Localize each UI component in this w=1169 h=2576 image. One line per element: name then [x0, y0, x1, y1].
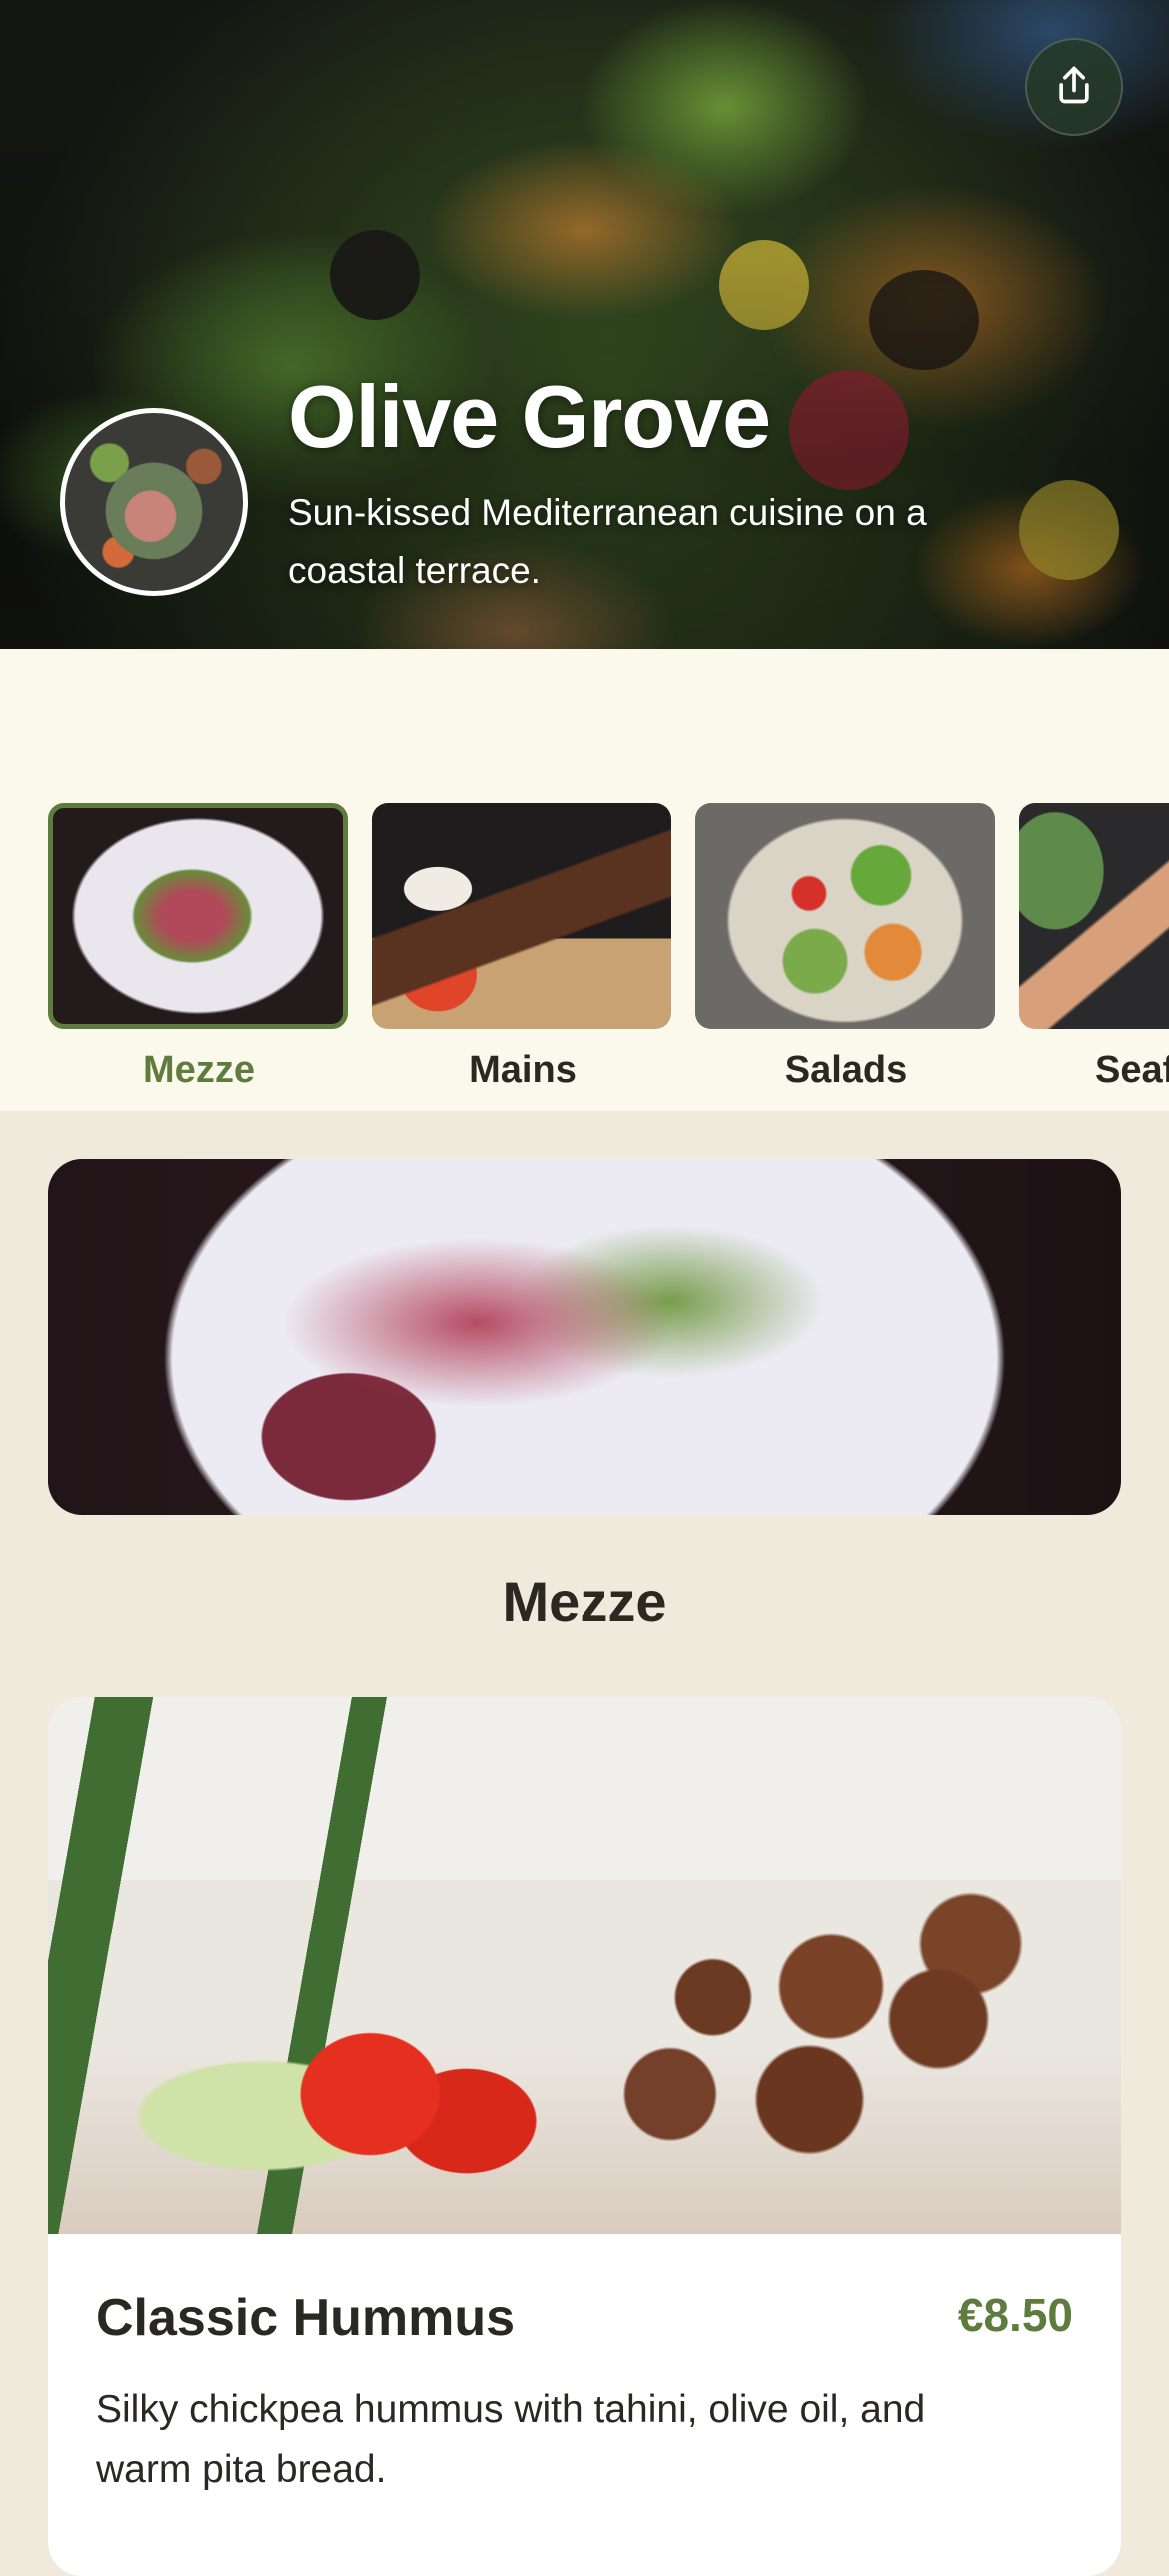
- category-thumbnail: [1019, 803, 1169, 1029]
- category-label: Salads: [784, 1049, 908, 1091]
- dish-photo: [48, 1697, 1121, 2234]
- dish-price: €8.50: [957, 2289, 1073, 2341]
- restaurant-logo: [60, 408, 248, 596]
- dish-name: Classic Hummus: [96, 2289, 516, 2347]
- category-thumbnail: [48, 803, 348, 1029]
- category-label: Mains: [469, 1049, 577, 1091]
- category-mezze[interactable]: Mezze: [48, 803, 350, 1092]
- category-thumbnail: [372, 803, 671, 1029]
- restaurant-name: Olive Grove: [288, 367, 771, 466]
- category-mains[interactable]: Mains: [372, 803, 673, 1092]
- dish-description: Silky chickpea hummus with tahini, olive…: [96, 2388, 926, 2491]
- restaurant-tagline: Sun-kissed Mediterranean cuisine on a co…: [288, 492, 927, 591]
- category-label: Seafood: [1095, 1049, 1169, 1091]
- category-thumbnail: [695, 803, 995, 1029]
- share-button[interactable]: [1025, 38, 1123, 136]
- category-seafood[interactable]: Seafood: [1019, 803, 1169, 1092]
- category-salads[interactable]: Salads: [695, 803, 997, 1092]
- category-label: Mezze: [143, 1049, 255, 1091]
- menu-item-card[interactable]: Classic Hummus €8.50 Silky chickpea humm…: [48, 1697, 1121, 2576]
- section-title: Mezze: [502, 1570, 667, 1633]
- share-icon: [1052, 63, 1096, 112]
- section-banner-image: [48, 1159, 1121, 1515]
- category-clip: Seafood: [1019, 803, 1169, 1123]
